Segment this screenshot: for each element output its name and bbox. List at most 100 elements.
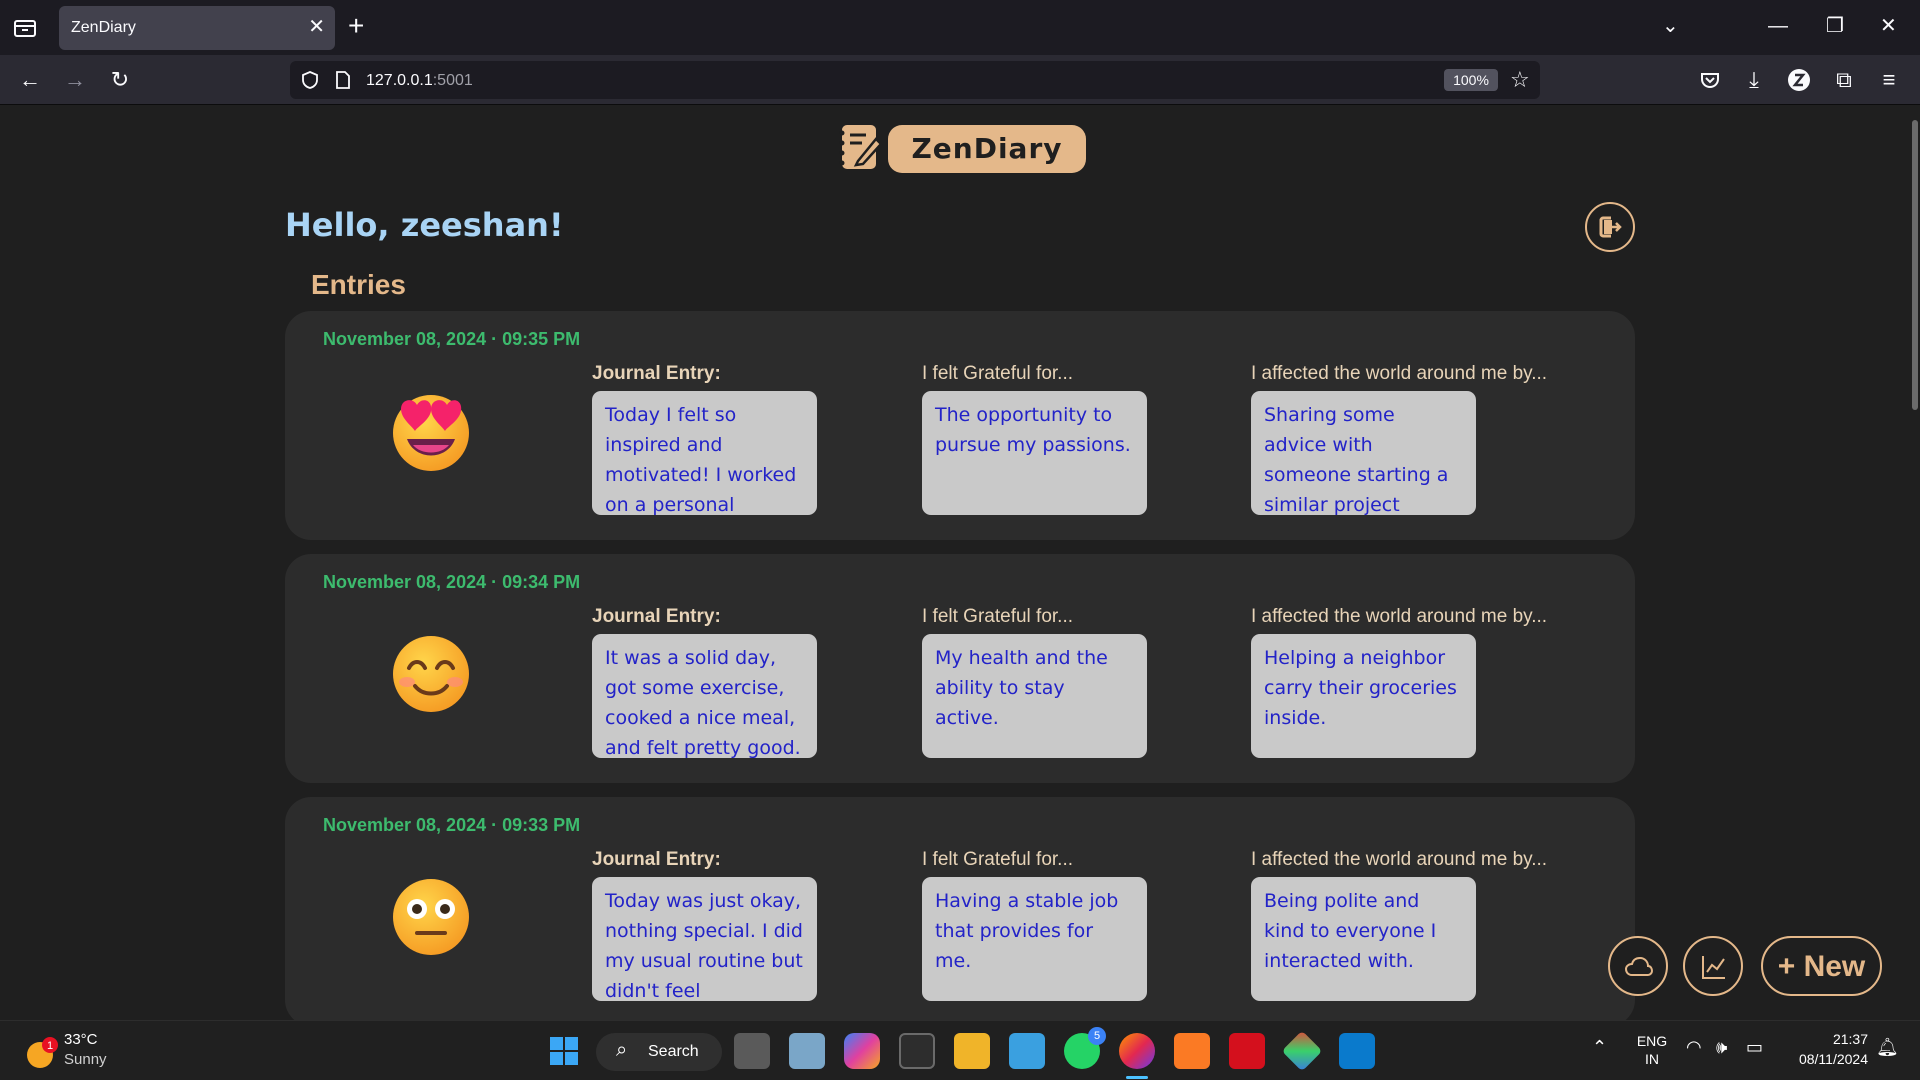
back-icon[interactable]: ← <box>16 66 44 94</box>
chevron-up-icon[interactable]: ⌃ <box>1592 1037 1607 1058</box>
taskbar: 1 33°C Sunny ⌕ Search 5 ⌃ ENG IN ◠ 🕪 ▭ 2… <box>0 1020 1920 1080</box>
entry-card[interactable]: November 08, 2024 · 09:34 PM Journal Ent… <box>285 554 1635 783</box>
wifi-icon[interactable]: ◠ <box>1686 1037 1702 1058</box>
tab-list-icon[interactable] <box>12 16 38 40</box>
acrobat-icon[interactable] <box>1229 1033 1265 1069</box>
journal-label: Journal Entry: <box>592 849 721 870</box>
zoom-level[interactable]: 100% <box>1444 69 1498 91</box>
affected-text: Being polite and kind to everyone I inte… <box>1251 877 1476 1001</box>
page-content: ZenDiary Hello, zeeshan! Entries Novembe… <box>0 106 1920 1020</box>
tab-title: ZenDiary <box>71 19 136 36</box>
active-app-indicator <box>1126 1076 1148 1079</box>
browser-tab-active[interactable]: ZenDiary ✕ <box>59 6 335 50</box>
forward-icon[interactable]: → <box>61 66 89 94</box>
bookmark-star-icon[interactable]: ☆ <box>1510 67 1530 93</box>
copilot-icon[interactable] <box>844 1033 880 1069</box>
vscode-icon[interactable] <box>1339 1033 1375 1069</box>
grateful-label: I felt Grateful for... <box>922 363 1074 384</box>
browser-nav-bar: ← → ↻ 127.0.0.1:5001 100% ☆ ⤓ ⧉ ≡ <box>0 55 1920 105</box>
logo-badge: ZenDiary <box>888 125 1086 173</box>
new-entry-button[interactable]: + New <box>1761 936 1882 996</box>
entry-date: November 08, 2024 · 09:34 PM <box>323 572 581 592</box>
xampp-icon[interactable] <box>1174 1033 1210 1069</box>
stats-button[interactable] <box>1683 936 1743 996</box>
neutral-emoji-icon <box>393 879 469 955</box>
grateful-text: The opportunity to pursue my passions. <box>922 391 1147 515</box>
language-line1[interactable]: ENG <box>1632 1033 1672 1049</box>
close-tab-icon[interactable]: ✕ <box>308 15 325 39</box>
heart-eyes-emoji-icon <box>393 395 469 471</box>
notebook-pen-icon <box>839 125 883 169</box>
cloud-sync-button[interactable] <box>1608 936 1668 996</box>
grateful-label: I felt Grateful for... <box>922 849 1074 870</box>
affected-label: I affected the world around me by... <box>1251 606 1548 627</box>
minimize-icon[interactable]: — <box>1768 12 1788 40</box>
weather-sun-icon[interactable]: 1 <box>24 1035 60 1071</box>
whatsapp-icon[interactable]: 5 <box>1064 1027 1106 1069</box>
logo-text: ZenDiary <box>911 132 1063 165</box>
entries-heading: Entries <box>311 269 406 300</box>
git-app-icon[interactable] <box>1281 1030 1323 1072</box>
search-icon: ⌕ <box>616 1039 628 1061</box>
journal-text: It was a solid day, got some exercise, c… <box>592 634 817 758</box>
firefox-icon[interactable] <box>1119 1033 1155 1069</box>
download-icon[interactable]: ⤓ <box>1740 66 1768 94</box>
weather-condition[interactable]: Sunny <box>64 1051 107 1068</box>
smiling-emoji-icon <box>393 636 469 712</box>
pocket-icon[interactable] <box>1696 66 1724 94</box>
task-view-icon[interactable] <box>734 1033 770 1069</box>
grateful-text: Having a stable job that provides for me… <box>922 877 1147 1001</box>
url-bar[interactable]: 127.0.0.1:5001 100% ☆ <box>290 61 1540 99</box>
journal-label: Journal Entry: <box>592 606 721 627</box>
account-icon[interactable] <box>1785 66 1813 94</box>
new-tab-icon[interactable]: + <box>348 12 364 40</box>
weather-temperature[interactable]: 33°C <box>64 1031 98 1048</box>
journal-label: Journal Entry: <box>592 363 721 384</box>
affected-text: Helping a neighbor carry their groceries… <box>1251 634 1476 758</box>
entry-date: November 08, 2024 · 09:35 PM <box>323 329 581 349</box>
restore-icon[interactable]: ❐ <box>1826 12 1844 40</box>
file-explorer-icon[interactable] <box>954 1033 990 1069</box>
volume-icon[interactable]: 🕪 <box>1716 1037 1727 1058</box>
new-entry-label: + New <box>1777 950 1866 983</box>
scrollbar[interactable] <box>1912 120 1918 410</box>
grateful-label: I felt Grateful for... <box>922 606 1074 627</box>
notification-bell-icon[interactable]: 🔔︎ <box>1876 1037 1899 1058</box>
line-chart-icon <box>1702 956 1725 979</box>
weather-badge: 1 <box>47 1040 53 1052</box>
list-all-tabs-icon[interactable]: ⌄ <box>1662 12 1679 40</box>
logout-icon <box>1599 216 1622 238</box>
entry-card[interactable]: November 08, 2024 · 09:35 PM Journal Ent… <box>285 311 1635 540</box>
widget-app-icon[interactable] <box>789 1033 825 1069</box>
clock-time[interactable]: 21:37 <box>1778 1031 1868 1047</box>
reload-icon[interactable]: ↻ <box>106 66 134 94</box>
windows-start-icon[interactable] <box>546 1033 582 1069</box>
entry-card[interactable]: November 08, 2024 · 09:33 PM Journal Ent… <box>285 797 1635 1020</box>
language-line2[interactable]: IN <box>1632 1051 1672 1067</box>
notepad-icon[interactable] <box>1009 1033 1045 1069</box>
battery-icon[interactable]: ▭ <box>1746 1037 1763 1058</box>
page-info-icon[interactable] <box>334 70 352 90</box>
cloud-icon <box>1624 956 1654 976</box>
entry-date: November 08, 2024 · 09:33 PM <box>323 815 581 835</box>
search-label: Search <box>648 1043 699 1060</box>
close-window-icon[interactable]: ✕ <box>1880 12 1897 40</box>
whatsapp-badge: 5 <box>1088 1027 1106 1045</box>
grateful-text: My health and the ability to stay active… <box>922 634 1147 758</box>
greeting-heading: Hello, zeeshan! <box>285 206 564 244</box>
journal-text: Today I felt so inspired and motivated! … <box>592 391 817 515</box>
extensions-icon[interactable]: ⧉ <box>1830 66 1858 94</box>
url-text[interactable]: 127.0.0.1:5001 <box>366 72 473 90</box>
terminal-icon[interactable] <box>899 1033 935 1069</box>
journal-text: Today was just okay, nothing special. I … <box>592 877 817 1001</box>
browser-tab-bar: ZenDiary ✕ + ⌄ — ❐ ✕ <box>0 0 1920 55</box>
affected-text: Sharing some advice with someone startin… <box>1251 391 1476 515</box>
affected-label: I affected the world around me by... <box>1251 363 1548 384</box>
clock-date[interactable]: 08/11/2024 <box>1778 1051 1868 1067</box>
shield-icon[interactable] <box>300 70 320 90</box>
affected-label: I affected the world around me by... <box>1251 849 1548 870</box>
menu-icon[interactable]: ≡ <box>1875 66 1903 94</box>
app-logo: ZenDiary <box>836 119 1086 175</box>
taskbar-search[interactable]: ⌕ Search <box>596 1033 722 1071</box>
logout-button[interactable] <box>1585 202 1635 252</box>
